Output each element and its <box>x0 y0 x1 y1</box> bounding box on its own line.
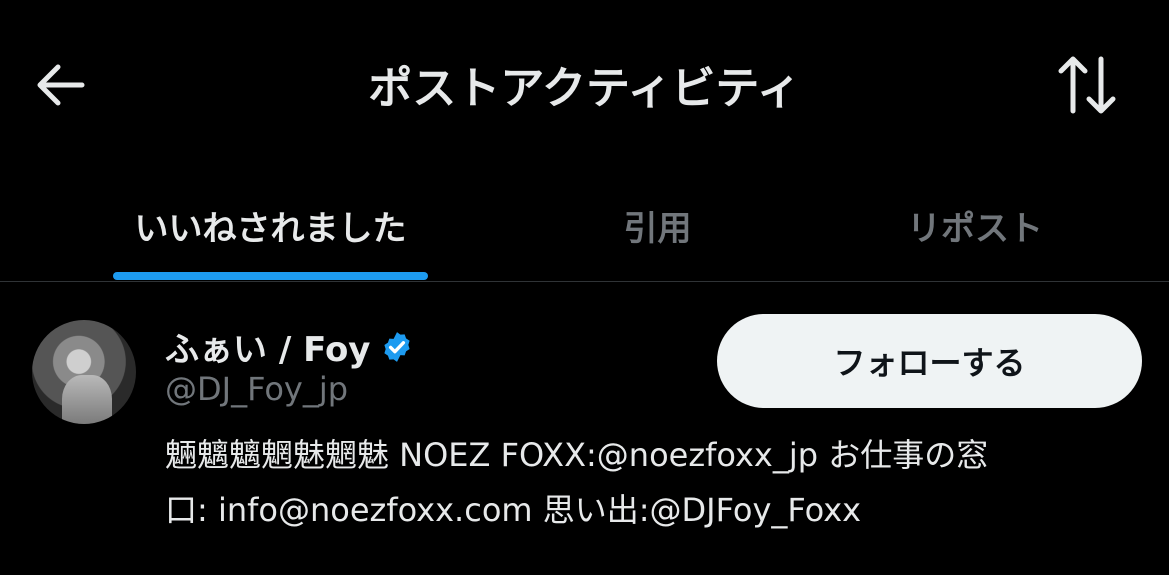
sort-arrows-icon <box>1058 56 1116 114</box>
tab-quotes[interactable]: 引用 <box>560 170 755 280</box>
sort-button[interactable] <box>1052 50 1122 120</box>
bio-line-1: 魎魑魑魍魅魍魅 NOEZ FOXX:@noezfoxx_jp お仕事の窓 <box>165 436 989 474</box>
tab-reposts[interactable]: リポスト <box>870 170 1080 280</box>
user-handle: @DJ_Foy_jp <box>165 370 349 408</box>
avatar[interactable] <box>32 320 136 424</box>
user-list-item[interactable]: ふぁい / Foy @DJ_Foy_jp フォローする 魎魑魑魍魅魍魅 NOEZ… <box>0 282 1169 575</box>
verified-badge-icon <box>384 331 411 362</box>
tab-likes[interactable]: いいねされました <box>113 170 428 280</box>
user-bio: 魎魑魑魍魅魍魅 NOEZ FOXX:@noezfoxx_jp お仕事の窓 口: … <box>165 428 1145 538</box>
display-name[interactable]: ふぁい / Foy <box>165 322 370 371</box>
activity-tabs: いいねされました 引用 リポスト <box>0 170 1169 280</box>
bio-line-2: 口: info@noezfoxx.com 思い出:@DJFoy_Foxx <box>165 491 862 529</box>
page-title: ポストアクティビティ <box>368 63 801 114</box>
top-bar: ポストアクティビティ <box>0 0 1169 170</box>
follow-button[interactable]: フォローする <box>717 314 1142 408</box>
name-line: ふぁい / Foy <box>165 322 414 371</box>
active-tab-indicator <box>113 272 428 280</box>
